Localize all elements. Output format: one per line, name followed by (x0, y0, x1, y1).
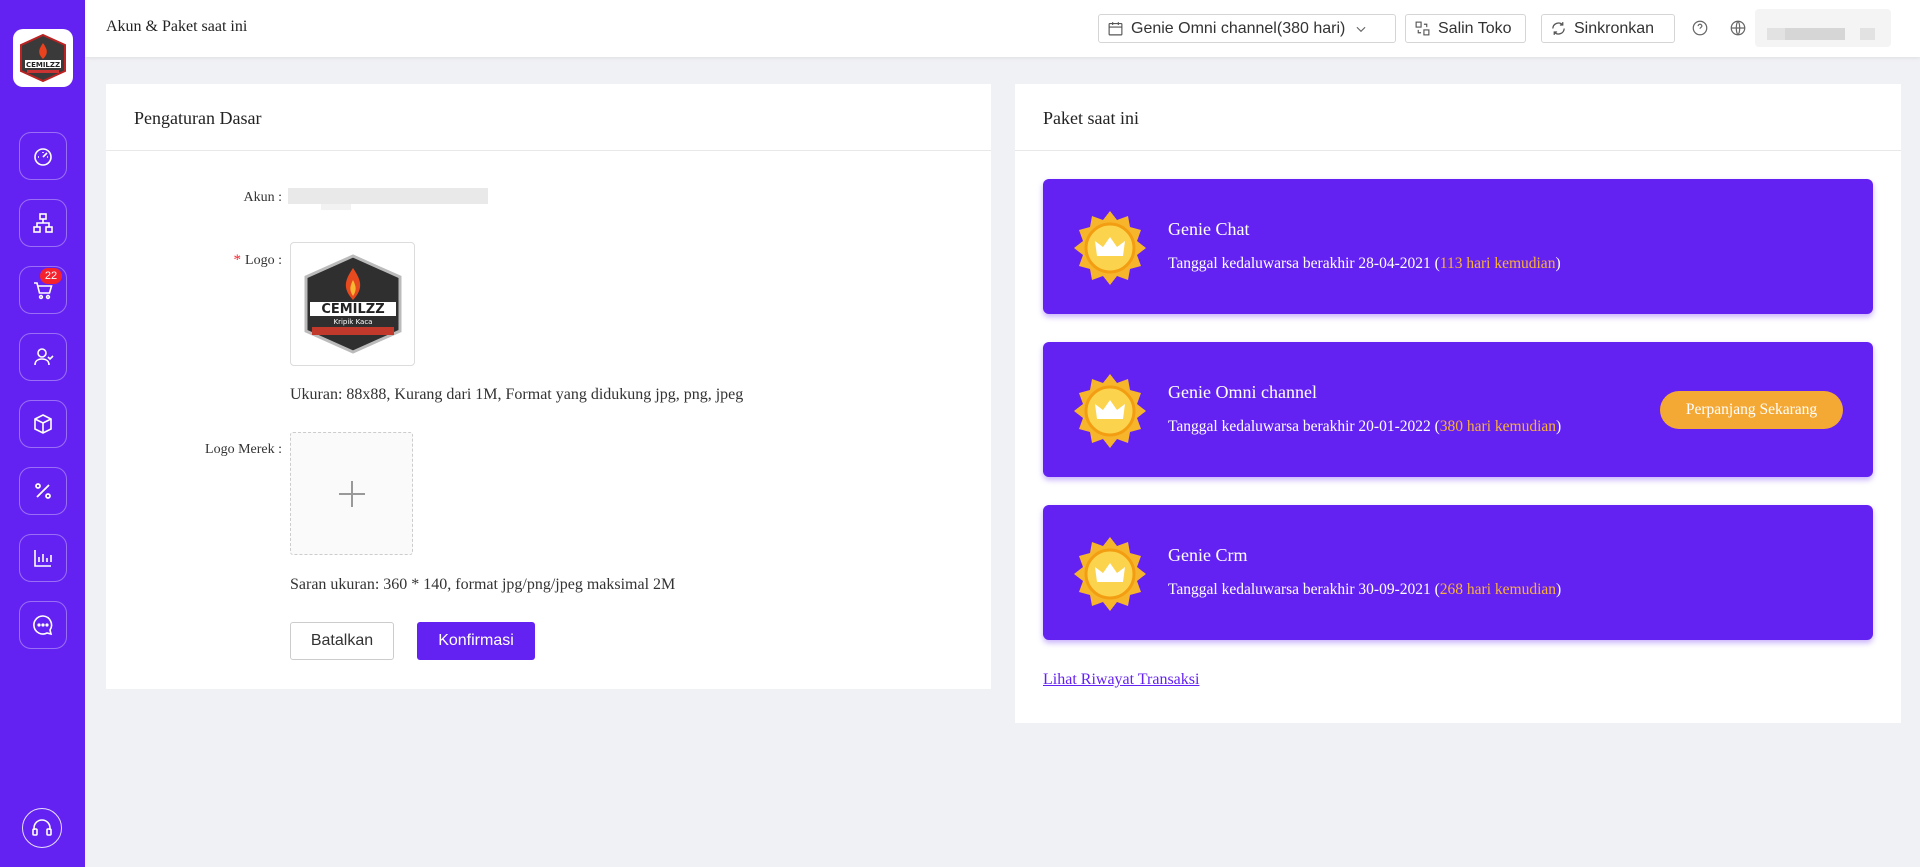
sidebar: CEMILZZ 22 (0, 0, 85, 867)
language-button[interactable] (1728, 18, 1748, 38)
account-label: Akun : (243, 190, 283, 205)
copy-store-icon (1415, 21, 1430, 36)
svg-text:CEMILZZ: CEMILZZ (321, 302, 384, 317)
plan-card-genie-omni-channel: Genie Omni channel Tanggal kedaluwarsa b… (1043, 342, 1873, 477)
nav-products[interactable] (19, 400, 67, 448)
brand-logo-label: Logo Merek : (205, 442, 282, 457)
nav-customers[interactable] (19, 333, 67, 381)
brand-logo-hint: Saran ukuran: 360 * 140, format jpg/png/… (290, 576, 676, 593)
nav-dashboard[interactable] (19, 132, 67, 180)
plan-days-remaining: 268 hari kemudian (1439, 581, 1557, 598)
nav-promotions[interactable] (19, 467, 67, 515)
plan-card-genie-crm: Genie Crm Tanggal kedaluwarsa berakhir 3… (1043, 505, 1873, 640)
analytics-icon (34, 550, 52, 567)
dashboard-icon (34, 148, 52, 166)
store-logo-image: CEMILZZ Kripik Kaca (304, 254, 401, 354)
sync-label: Sinkronkan (1574, 19, 1655, 37)
plan-name: Genie Crm (1168, 545, 1248, 565)
headset-icon (32, 819, 52, 836)
cancel-button[interactable]: Batalkan (290, 622, 394, 660)
crown-medal-icon (1074, 211, 1146, 285)
discount-icon (35, 483, 51, 499)
help-button[interactable] (1690, 18, 1710, 38)
nav-store-network[interactable] (19, 199, 67, 247)
logo-preview[interactable]: CEMILZZ Kripik Kaca (290, 242, 415, 366)
current-plan-title: Paket saat ini (1015, 84, 1901, 151)
support-button[interactable] (22, 808, 62, 848)
nav-chat[interactable] (19, 601, 67, 649)
plan-card-genie-chat: Genie Chat Tanggal kedaluwarsa berakhir … (1043, 179, 1873, 314)
top-bar: Akun & Paket saat ini Genie Omni channel… (85, 0, 1920, 57)
svg-text:Kripik Kaca: Kripik Kaca (333, 318, 372, 326)
plan-name: Genie Chat (1168, 219, 1250, 239)
confirm-button[interactable]: Konfirmasi (417, 622, 535, 660)
basic-settings-card: Pengaturan Dasar Akun : * Logo : CEMILZZ … (106, 84, 991, 689)
renew-now-button[interactable]: Perpanjang Sekarang (1660, 391, 1843, 429)
logo-hint: Ukuran: 88x88, Kurang dari 1M, Format ya… (290, 386, 744, 403)
plan-expiry: Tanggal kedaluwarsa berakhir 28-04-2021 … (1168, 255, 1561, 272)
product-box-icon (34, 414, 52, 434)
copy-store-label: Salin Toko (1438, 19, 1512, 37)
chevron-down-icon (1356, 26, 1366, 32)
plan-days-remaining: 380 hari kemudian (1439, 418, 1557, 435)
nav-analytics[interactable] (19, 534, 67, 582)
plan-expiry: Tanggal kedaluwarsa berakhir 30-09-2021 … (1168, 581, 1562, 598)
store-selector-label: Genie Omni channel(380 hari) (1131, 19, 1346, 37)
nav-orders[interactable]: 22 (19, 266, 67, 314)
sync-icon (1552, 22, 1565, 35)
calendar-icon (1108, 22, 1123, 36)
app-logo[interactable]: CEMILZZ (13, 29, 73, 87)
basic-settings-title: Pengaturan Dasar (106, 84, 991, 151)
plan-expiry: Tanggal kedaluwarsa berakhir 20-01-2022 … (1168, 418, 1562, 435)
svg-text:CEMILZZ: CEMILZZ (26, 61, 60, 69)
page-title: Akun & Paket saat ini (106, 18, 248, 35)
brand-logo-upload[interactable] (290, 432, 413, 555)
plan-name: Genie Omni channel (1168, 382, 1317, 402)
help-icon (1692, 20, 1708, 36)
customers-icon (34, 348, 54, 366)
plan-days-remaining: 113 hari kemudian (1439, 255, 1556, 272)
store-selector[interactable]: Genie Omni channel(380 hari) (1098, 14, 1396, 43)
transaction-history-link[interactable]: Lihat Riwayat Transaksi (1043, 671, 1199, 689)
required-mark: * (233, 252, 242, 268)
logo-label: * Logo : (233, 252, 282, 268)
sync-button[interactable]: Sinkronkan (1541, 14, 1675, 43)
account-value (288, 188, 488, 204)
chat-icon (33, 615, 53, 636)
current-plan-card: Paket saat ini Genie Chat Tanggal kedalu… (1015, 84, 1901, 723)
store-network-icon (33, 213, 53, 233)
user-account-menu[interactable] (1755, 9, 1891, 47)
crown-medal-icon (1074, 374, 1146, 448)
copy-store-button[interactable]: Salin Toko (1405, 14, 1526, 43)
orders-badge: 22 (40, 268, 62, 284)
plus-icon (338, 480, 365, 507)
globe-icon (1730, 20, 1746, 36)
crown-medal-icon (1074, 537, 1146, 611)
